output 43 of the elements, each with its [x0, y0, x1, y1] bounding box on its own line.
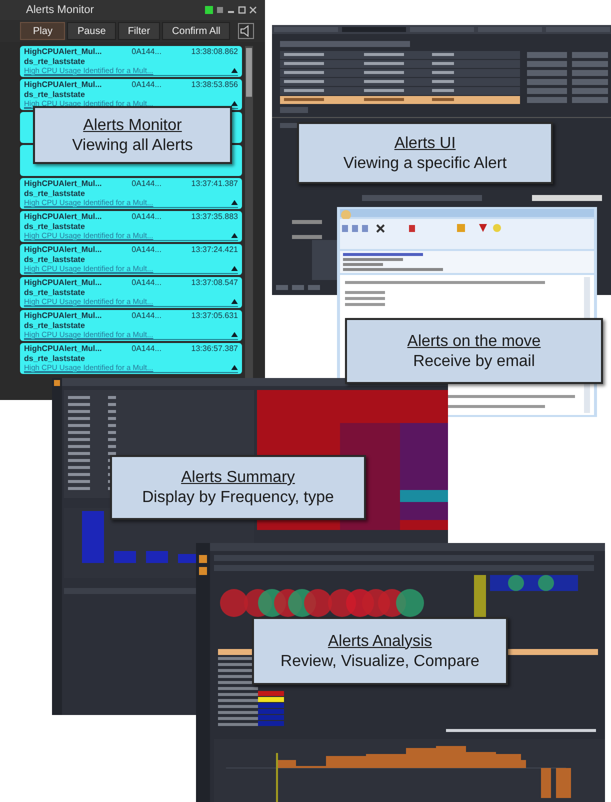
alert-source: 0A144... [132, 47, 162, 56]
alert-time: 13:38:08.862 [191, 47, 238, 56]
alert-state: ds_rte_laststate [24, 188, 86, 198]
alert-name: HighCPUAlert_Mul... [24, 179, 102, 188]
callout-title: Alerts Monitor [83, 116, 182, 134]
callout-subtitle: Viewing all Alerts [72, 136, 193, 154]
window-title: Alerts Monitor [26, 4, 94, 16]
callout-subtitle: Display by Frequency, type [142, 488, 334, 507]
alert-state: ds_rte_laststate [24, 254, 86, 264]
callout-subtitle: Review, Visualize, Compare [280, 652, 480, 670]
alert-source: 0A144... [132, 179, 162, 188]
callout-title: Alerts on the move [407, 332, 541, 350]
alert-state: ds_rte_laststate [24, 320, 86, 330]
alert-name: HighCPUAlert_Mul... [24, 47, 102, 56]
alert-source: 0A144... [132, 212, 162, 221]
alert-state: ds_rte_laststate [24, 56, 86, 66]
alert-time: 13:37:08.547 [191, 278, 238, 287]
alert-state: ds_rte_laststate [24, 354, 86, 362]
alert-time: 13:37:24.421 [191, 245, 238, 254]
alert-name: HighCPUAlert_Mul... [24, 212, 102, 221]
alert-time: 13:37:35.883 [191, 212, 238, 221]
callout-title: Alerts UI [394, 134, 456, 152]
alert-name: HighCPUAlert_Mul... [24, 245, 102, 254]
alert-name: HighCPUAlert_Mul... [24, 311, 102, 320]
alert-name: HighCPUAlert_Mul... [24, 278, 102, 287]
alert-state: ds_rte_laststate [24, 288, 86, 296]
alert-time: 13:38:53.856 [191, 80, 238, 89]
alert-name: HighCPUAlert_Mul... [24, 344, 102, 353]
alert-time: 13:37:05.631 [191, 311, 238, 320]
alert-state: ds_rte_laststate [24, 90, 86, 98]
alert-name: HighCPUAlert_Mul... [24, 80, 102, 89]
callout-subtitle: Viewing a specific Alert [343, 154, 507, 172]
alert-state: ds_rte_laststate [24, 222, 86, 230]
alert-time: 13:37:41.387 [191, 179, 238, 188]
alert-source: 0A144... [132, 245, 162, 254]
alert-source: 0A144... [132, 344, 162, 353]
callout-title: Alerts Summary [181, 468, 295, 487]
callout-subtitle: Receive by email [413, 352, 535, 370]
alert-source: 0A144... [132, 278, 162, 287]
callout-title: Alerts Analysis [328, 632, 432, 650]
alert-source: 0A144... [132, 80, 162, 89]
alert-source: 0A144... [132, 311, 162, 320]
alert-time: 13:36:57.387 [191, 344, 238, 353]
